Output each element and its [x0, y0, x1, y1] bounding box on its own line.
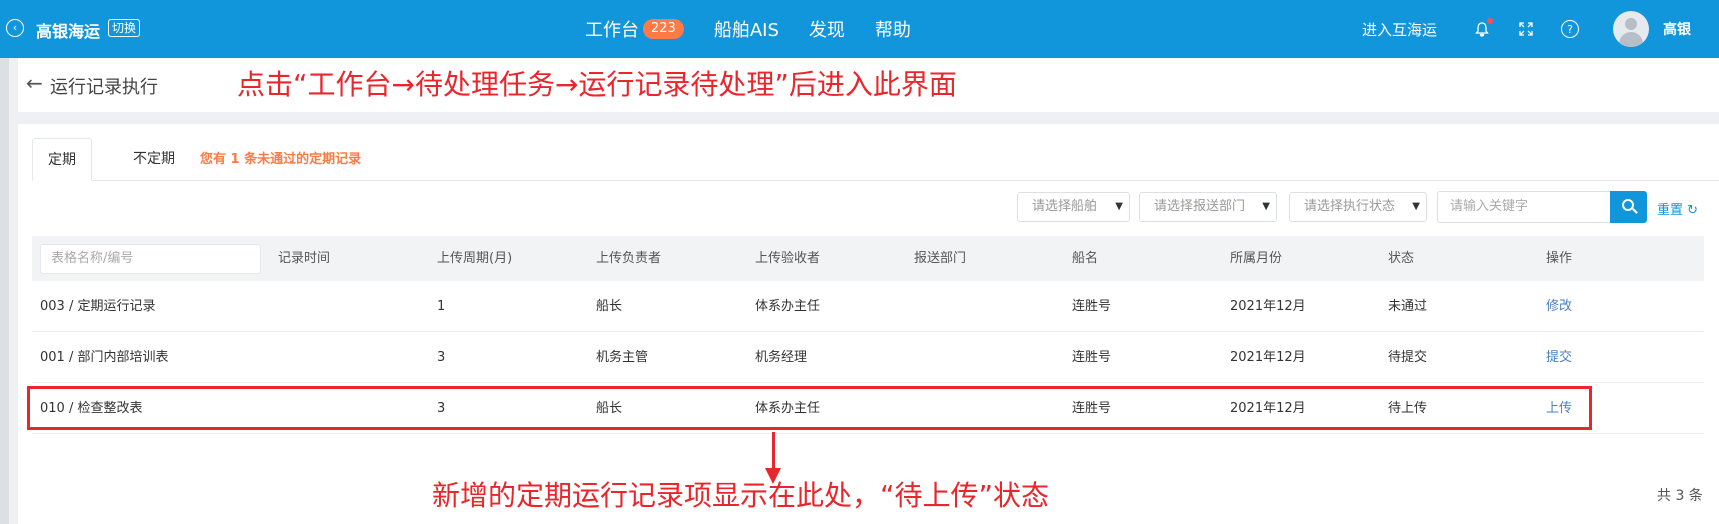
keyword-search-input[interactable]: 请输入关键字 — [1437, 191, 1610, 223]
col-record-time: 记录时间 — [278, 251, 331, 266]
ship-select-placeholder: 请选择船舶 — [1032, 199, 1098, 214]
search-button[interactable] — [1610, 191, 1647, 223]
row-ship: 连胜号 — [1072, 299, 1112, 314]
row-uploader: 机务主管 — [596, 350, 649, 365]
row-reviewer: 体系办主任 — [755, 401, 821, 416]
row-reviewer: 机务经理 — [755, 350, 808, 365]
row-status: 待提交 — [1388, 350, 1428, 365]
status-select[interactable]: 请选择执行状态 ▼ — [1289, 192, 1427, 222]
col-uploader: 上传负责者 — [596, 251, 662, 266]
back-circle-icon[interactable]: ‹ — [6, 19, 24, 37]
row-month: 2021年12月 — [1230, 401, 1306, 416]
row-cycle: 3 — [437, 350, 446, 365]
reset-button[interactable]: 重置 ↻ — [1657, 199, 1698, 218]
help-icon[interactable]: ? — [1561, 20, 1579, 38]
col-reviewer: 上传验收者 — [755, 251, 821, 266]
caret-down-icon: ▼ — [1262, 201, 1270, 212]
nav-item-help[interactable]: 帮助 — [875, 16, 911, 42]
top-navigation-bar: ‹ 高银海运 切换 工作台 223 船舶AIS 发现 帮助 进入互海运 ? 高银 — [0, 0, 1719, 58]
row-name: 010 / 检查整改表 — [40, 401, 143, 416]
row-status: 未通过 — [1388, 299, 1428, 314]
row-uploader: 船长 — [596, 299, 623, 314]
col-upload-cycle: 上传周期(月) — [437, 251, 513, 266]
brand-name: 高银海运 — [36, 22, 101, 41]
failed-records-note: 您有 1 条未通过的定期记录 — [200, 152, 362, 167]
nav-label-workbench: 工作台 — [585, 20, 639, 41]
fullscreen-icon[interactable] — [1517, 20, 1535, 38]
caret-down-icon: ▼ — [1412, 201, 1420, 212]
bell-icon[interactable] — [1473, 18, 1493, 38]
caret-down-icon: ▼ — [1115, 201, 1123, 212]
avatar[interactable] — [1613, 11, 1649, 47]
row-reviewer: 体系办主任 — [755, 299, 821, 314]
col-action: 操作 — [1546, 251, 1573, 266]
left-scroll-strip — [0, 58, 9, 524]
row-ship: 连胜号 — [1072, 350, 1112, 365]
col-month: 所属月份 — [1230, 251, 1283, 266]
row-status: 待上传 — [1388, 401, 1428, 416]
back-arrow-icon[interactable]: ← — [26, 71, 43, 95]
row-name: 001 / 部门内部培训表 — [40, 350, 169, 365]
table-row: 010 / 检查整改表 3 船长 体系办主任 连胜号 2021年12月 待上传 … — [32, 383, 1704, 434]
table-row: 003 / 定期运行记录 1 船长 体系办主任 连胜号 2021年12月 未通过… — [32, 281, 1704, 332]
table-header: 表格名称/编号 记录时间 上传周期(月) 上传负责者 上传验收者 报送部门 船名… — [32, 236, 1704, 281]
dept-select[interactable]: 请选择报送部门 ▼ — [1139, 192, 1277, 222]
nav-item-ship-ais[interactable]: 船舶AIS — [714, 16, 779, 42]
enter-huhaiyun-link[interactable]: 进入互海运 — [1362, 19, 1437, 40]
row-cycle: 3 — [437, 401, 446, 416]
col-ship: 船名 — [1072, 251, 1099, 266]
workbench-badge: 223 — [643, 19, 684, 39]
nav-item-discover[interactable]: 发现 — [809, 16, 845, 42]
col-dept: 报送部门 — [914, 251, 967, 266]
tab-irregular[interactable]: 不定期 — [124, 138, 184, 181]
reset-label: 重置 — [1657, 203, 1684, 218]
status-select-placeholder: 请选择执行状态 — [1304, 199, 1396, 214]
row-ship: 连胜号 — [1072, 401, 1112, 416]
row-action-submit-link[interactable]: 提交 — [1546, 332, 1572, 383]
row-month: 2021年12月 — [1230, 350, 1306, 365]
dept-select-placeholder: 请选择报送部门 — [1154, 199, 1246, 214]
nav-item-workbench[interactable]: 工作台 223 — [585, 16, 684, 42]
main-nav: 工作台 223 船舶AIS 发现 帮助 — [585, 0, 941, 58]
ship-select[interactable]: 请选择船舶 ▼ — [1017, 192, 1130, 222]
col-status: 状态 — [1388, 251, 1415, 266]
table-name-filter-input[interactable]: 表格名称/编号 — [40, 244, 261, 274]
tab-bar: 定期 不定期 您有 1 条未通过的定期记录 — [32, 138, 1719, 181]
row-month: 2021年12月 — [1230, 299, 1306, 314]
row-cycle: 1 — [437, 299, 446, 314]
row-action-upload-link[interactable]: 上传 — [1546, 383, 1572, 434]
refresh-icon: ↻ — [1687, 203, 1699, 218]
topbar-right: 进入互海运 ? 高银 — [1362, 0, 1691, 58]
row-action-edit-link[interactable]: 修改 — [1546, 281, 1572, 332]
page-title: 运行记录执行 — [50, 77, 158, 98]
switch-button[interactable]: 切换 — [108, 19, 141, 37]
table-row: 001 / 部门内部培训表 3 机务主管 机务经理 连胜号 2021年12月 待… — [32, 332, 1704, 383]
tab-regular[interactable]: 定期 — [32, 138, 92, 181]
annotation-top: 点击“工作台→待处理任务→运行记录待处理”后进入此界面 — [237, 68, 957, 101]
row-name: 003 / 定期运行记录 — [40, 299, 156, 314]
total-count: 共 3 条 — [1657, 488, 1703, 504]
username[interactable]: 高银 — [1663, 19, 1691, 39]
annotation-bottom: 新增的定期运行记录项显示在此处，“待上传”状态 — [432, 479, 1050, 512]
notification-dot — [1487, 18, 1493, 24]
row-uploader: 船长 — [596, 401, 623, 416]
